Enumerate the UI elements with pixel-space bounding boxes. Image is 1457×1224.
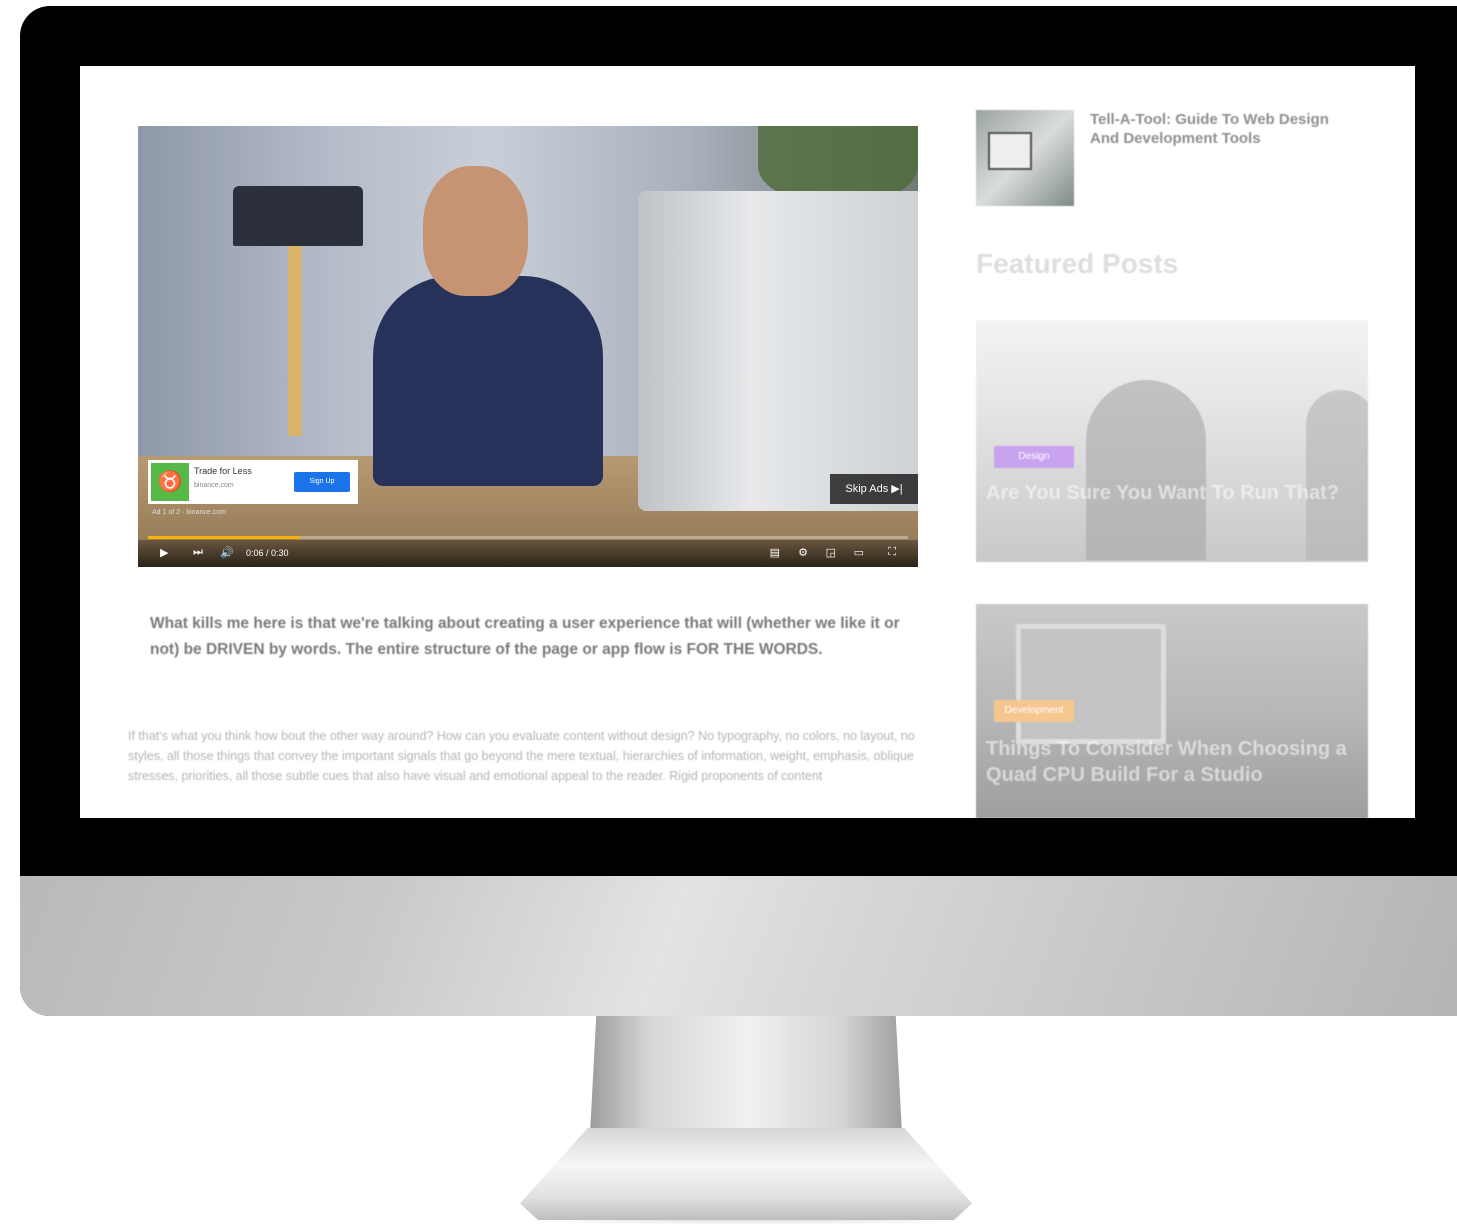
ad-title: Trade for Less (194, 466, 252, 476)
video-progress-fill (148, 536, 300, 539)
ad-subtitle: binance.com (194, 482, 234, 489)
video-controls: ▶ ⏭ 🔊 0:06 / 0:30 ▤ ⚙ ◲ ▭ ⛶ (138, 540, 918, 567)
monitor-stand-neck (590, 1016, 902, 1134)
featured-post-card[interactable]: Development Things To Consider When Choo… (976, 604, 1368, 818)
monitor-stand-foot (520, 1128, 972, 1220)
sidebar-post-thumbnail[interactable] (976, 110, 1074, 206)
video-player[interactable]: ♉ Trade for Less binance.com Sign Up Ad … (138, 126, 918, 567)
featured-posts-heading: Featured Posts (976, 248, 1179, 279)
skip-ads-button[interactable]: Skip Ads ▶| (830, 474, 918, 504)
video-person-head (423, 166, 528, 296)
volume-icon[interactable]: 🔊 (220, 546, 234, 559)
card-title[interactable]: Things To Consider When Choosing a Quad … (986, 736, 1366, 788)
fullscreen-icon[interactable]: ⛶ (888, 546, 896, 559)
ad-info-line: Ad 1 of 2 · binance.com (152, 509, 226, 516)
video-lamp-shade (233, 186, 363, 246)
video-computer (638, 191, 918, 511)
card-category-tag[interactable]: Development (994, 700, 1074, 722)
video-progress-bar[interactable] (148, 536, 908, 539)
thumbnail-laptop-icon (988, 132, 1032, 170)
settings-gear-icon[interactable]: ⚙ (798, 546, 808, 559)
card-person-silhouette (1086, 380, 1206, 560)
video-lamp-pole (288, 246, 302, 436)
miniplayer-icon[interactable]: ◲ (826, 546, 836, 559)
card-person-silhouette (1306, 390, 1368, 560)
card-category-tag[interactable]: Design (994, 446, 1074, 468)
ad-signup-button[interactable]: Sign Up (294, 472, 350, 492)
subtitles-icon[interactable]: ▤ (770, 546, 780, 559)
theater-mode-icon[interactable]: ▭ (854, 546, 864, 559)
video-person-body (373, 276, 603, 486)
card-title[interactable]: Are You Sure You Want To Run That? (986, 480, 1366, 506)
article-body-text: If that's what you think how bout the ot… (128, 729, 915, 783)
sidebar-post-title-link[interactable]: Tell-A-Tool: Guide To Web Design And Dev… (1090, 110, 1340, 148)
next-icon[interactable]: ⏭ (193, 546, 203, 559)
monitor-chin (20, 876, 1457, 1016)
video-ad-card[interactable]: ♉ Trade for Less binance.com Sign Up (148, 460, 358, 504)
ad-logo-icon: ♉ (151, 463, 189, 501)
video-time: 0:06 / 0:30 (246, 548, 289, 558)
monitor-screen: ♉ Trade for Less binance.com Sign Up Ad … (80, 66, 1415, 818)
article-pull-quote: What kills me here is that we're talking… (150, 615, 900, 658)
featured-post-card[interactable]: Design Are You Sure You Want To Run That… (976, 320, 1368, 562)
card-laptop-image (1016, 624, 1166, 744)
play-icon[interactable]: ▶ (160, 546, 168, 559)
